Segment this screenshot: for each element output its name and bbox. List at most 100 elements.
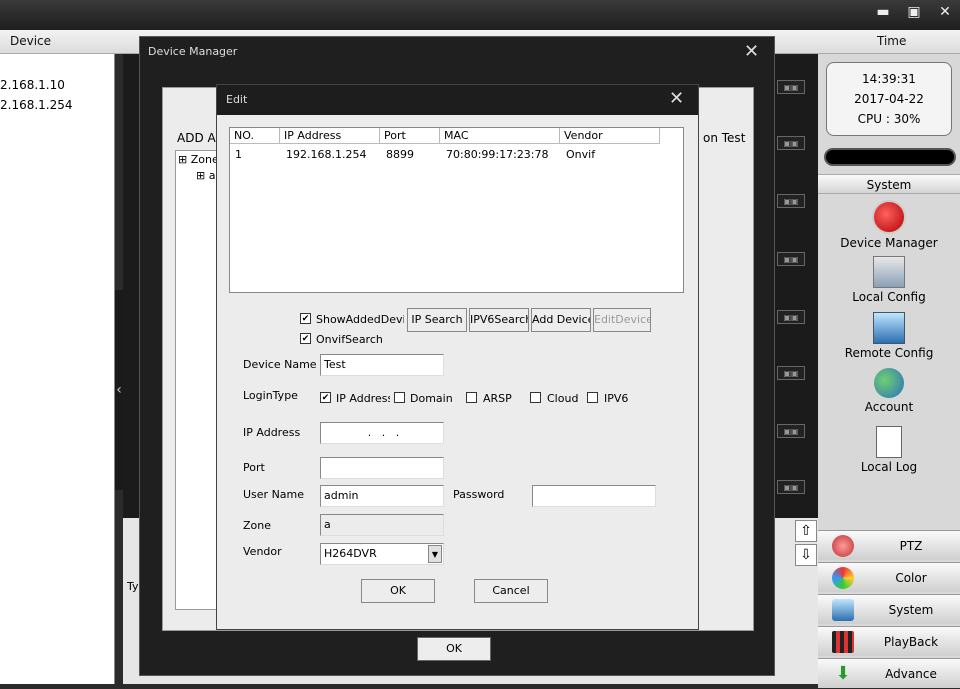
port-input[interactable]: [320, 457, 444, 479]
column-header[interactable]: NO.: [230, 128, 280, 144]
ptz-icon: [832, 535, 854, 557]
tool-label: Account: [864, 400, 914, 414]
port-label: Port: [243, 461, 265, 474]
row-port: 8899: [386, 148, 414, 161]
table-row[interactable]: 1 192.168.1.254 8899 70:80:99:17:23:78 O…: [230, 146, 683, 162]
menu-label: PlayBack: [883, 635, 939, 649]
minimize-icon[interactable]: ▬: [872, 2, 894, 22]
advance-icon: ⬇: [835, 663, 851, 684]
clock-date: 2017-04-22: [854, 92, 924, 106]
device-name-label: Device Name: [243, 358, 317, 371]
device-list-item[interactable]: 2.168.1.10: [0, 78, 65, 92]
show-added-checkbox[interactable]: ✔: [300, 313, 311, 324]
collapse-handle[interactable]: ‹: [115, 290, 123, 490]
dm-ok-button[interactable]: OK: [417, 637, 491, 661]
folder-icon: ⊞: [196, 169, 206, 182]
menu-system[interactable]: System: [818, 594, 960, 624]
close-icon[interactable]: ✕: [934, 2, 956, 22]
device-column-header: Device: [10, 34, 52, 48]
clock-time: 14:39:31: [862, 72, 916, 86]
tool-label: Local Log: [860, 460, 918, 474]
device-manager-icon: [872, 200, 906, 234]
vendor-value: H264DVR: [324, 547, 377, 560]
chevron-down-icon[interactable]: ▼: [428, 545, 442, 563]
remote-config-tool[interactable]: Remote Config: [818, 312, 960, 360]
device-list-item[interactable]: 2.168.1.254: [0, 98, 73, 112]
camera-icon: ▣▣: [777, 480, 805, 494]
column-header[interactable]: MAC: [440, 128, 560, 144]
onvif-search-checkbox[interactable]: ✔: [300, 333, 311, 344]
login-ip-checkbox[interactable]: ✔: [320, 392, 331, 403]
local-config-tool[interactable]: Local Config: [818, 256, 960, 304]
local-log-icon: [876, 426, 902, 458]
system-section-header: System: [818, 174, 960, 194]
login-ipv6-checkbox[interactable]: [587, 392, 598, 403]
menu-label: Color: [895, 571, 927, 585]
zone-tree-child[interactable]: ⊞ a: [196, 169, 215, 182]
system-icon: [832, 599, 854, 621]
maximize-icon[interactable]: ▣: [903, 2, 925, 22]
local-log-tool[interactable]: Local Log: [818, 426, 960, 474]
vendor-label: Vendor: [243, 545, 282, 558]
edit-dialog: Edit ✕ NO. IP Address Port MAC Vendor 1 …: [216, 84, 699, 630]
login-cloud-checkbox[interactable]: [530, 392, 541, 403]
zone-tree-child-label: a: [208, 169, 216, 182]
menu-ptz[interactable]: PTZ: [818, 530, 960, 560]
login-type-option: IPV6: [604, 392, 629, 405]
vendor-select[interactable]: H264DVR ▼: [320, 543, 444, 565]
camera-icon: ▣▣: [777, 424, 805, 438]
user-name-input[interactable]: admin: [320, 485, 444, 507]
login-type-option: ARSP: [483, 392, 512, 405]
password-input[interactable]: [532, 485, 656, 507]
add-device-button[interactable]: Add Device: [531, 308, 591, 332]
cpu-usage: CPU : 30%: [857, 112, 921, 126]
device-manager-title: Device Manager: [148, 45, 238, 58]
tool-label: Remote Config: [844, 346, 934, 360]
zone-input[interactable]: a: [320, 514, 444, 536]
local-config-icon: [873, 256, 905, 288]
bottom-tab[interactable]: Ty: [127, 580, 139, 593]
device-name-input[interactable]: Test: [320, 354, 444, 376]
menu-playback[interactable]: PlayBack: [818, 626, 960, 656]
scroll-up-icon[interactable]: ⇧: [795, 520, 817, 542]
ip-address-input[interactable]: . . .: [320, 422, 444, 444]
zone-tree-root-label: Zone: [190, 153, 219, 166]
playback-icon: [832, 631, 854, 653]
login-arsp-checkbox[interactable]: [466, 392, 477, 403]
login-type-option: Domain: [410, 392, 453, 405]
ip-search-button[interactable]: IP Search: [407, 308, 467, 332]
cancel-button[interactable]: Cancel: [474, 579, 548, 603]
ip-address-label: IP Address: [243, 426, 301, 439]
account-tool[interactable]: Account: [818, 368, 960, 414]
row-ip: 192.168.1.254: [286, 148, 367, 161]
column-header[interactable]: Port: [380, 128, 440, 144]
menu-label: PTZ: [899, 539, 923, 553]
remote-config-icon: [873, 312, 905, 344]
device-manager-tool[interactable]: Device Manager: [818, 200, 960, 250]
connection-test-label[interactable]: on Test: [703, 131, 745, 145]
edit-device-button[interactable]: EditDevice: [593, 308, 651, 332]
ok-button[interactable]: OK: [361, 579, 435, 603]
scroll-down-icon[interactable]: ⇩: [795, 544, 817, 566]
app-title-bar: ▬ ▣ ✕: [0, 0, 960, 30]
row-mac: 70:80:99:17:23:78: [446, 148, 549, 161]
zone-tree-root[interactable]: ⊞ Zone: [178, 153, 219, 166]
time-column-header: Time: [877, 34, 907, 48]
device-list: 2.168.1.10 2.168.1.254: [0, 54, 115, 684]
login-domain-checkbox[interactable]: [394, 392, 405, 403]
row-vendor: Onvif: [566, 148, 596, 161]
user-name-label: User Name: [243, 488, 305, 501]
menu-color[interactable]: Color: [818, 562, 960, 592]
ipv6-search-button[interactable]: IPV6Search: [469, 308, 529, 332]
menu-label: Advance: [885, 667, 937, 681]
close-icon[interactable]: ✕: [744, 41, 759, 62]
menu-label: System: [888, 603, 934, 617]
tool-label: Device Manager: [840, 236, 938, 250]
column-header[interactable]: Vendor: [560, 128, 660, 144]
column-header[interactable]: IP Address: [280, 128, 380, 144]
tool-label: Local Config: [852, 290, 926, 304]
row-no: 1: [235, 148, 242, 161]
close-icon[interactable]: ✕: [669, 88, 684, 109]
edit-title-bar: Edit ✕: [217, 85, 698, 115]
camera-icon: ▣▣: [777, 252, 805, 266]
